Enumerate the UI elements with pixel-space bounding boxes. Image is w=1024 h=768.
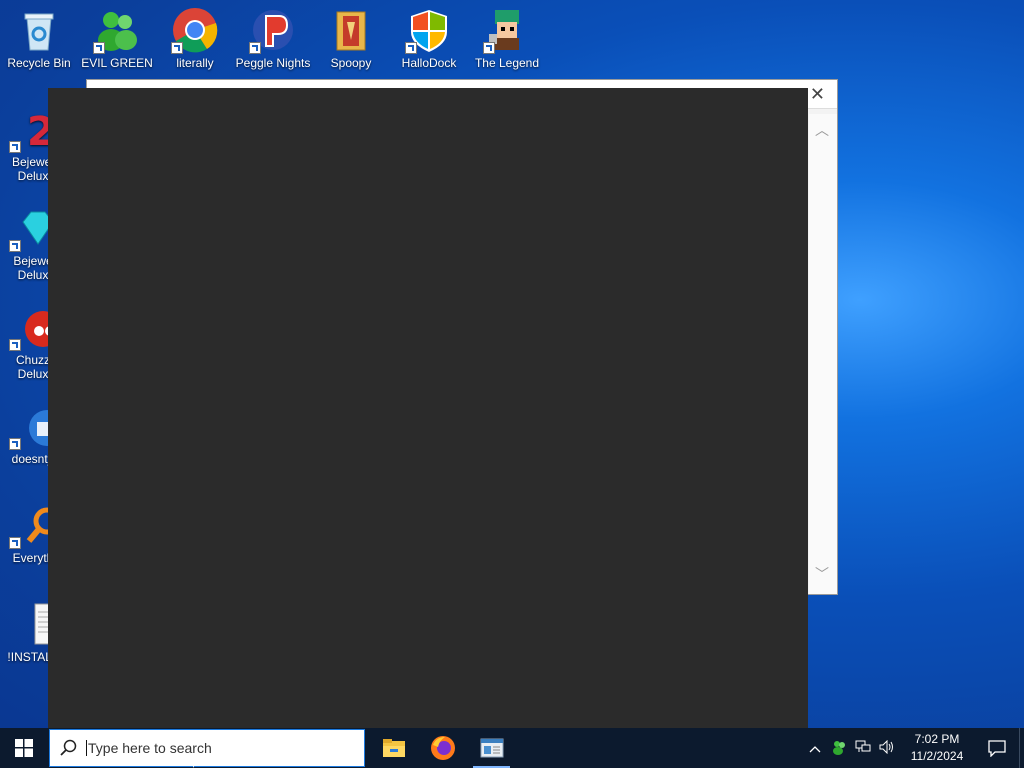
start-button[interactable] <box>0 728 48 768</box>
app-window-icon <box>480 738 503 758</box>
taskbar: Type here to search 7:02 PM 11/2/2024 <box>0 728 1024 768</box>
system-tray: 7:02 PM 11/2/2024 <box>803 728 1024 768</box>
chrome-icon <box>171 6 219 54</box>
taskbar-firefox[interactable] <box>418 728 467 768</box>
desktop-icon-peggle-nights[interactable]: Peggle Nights <box>234 0 312 85</box>
search-icon <box>50 739 86 757</box>
shortcut-arrow-icon <box>405 42 417 54</box>
close-icon[interactable]: ✕ <box>810 84 825 104</box>
network-icon[interactable] <box>851 740 875 757</box>
windows-logo-icon <box>405 6 453 54</box>
shortcut-arrow-icon <box>9 141 21 153</box>
desktop-icon-spoopy[interactable]: Spoopy <box>312 0 390 85</box>
recycle-bin-icon <box>15 6 63 54</box>
dialog-scrollbar[interactable]: ︿ ﹀ <box>809 114 837 594</box>
dark-app-window[interactable] <box>48 88 808 728</box>
shortcut-arrow-icon <box>9 240 21 252</box>
shortcut-arrow-icon <box>9 537 21 549</box>
action-center-button[interactable] <box>975 728 1019 768</box>
green-app-tray-icon[interactable] <box>827 739 851 758</box>
firefox-icon <box>430 736 455 760</box>
shortcut-arrow-icon <box>93 42 105 54</box>
chevron-up-icon[interactable] <box>803 741 827 756</box>
zelda-character-icon <box>483 6 531 54</box>
notification-icon <box>988 740 1006 757</box>
msn-messenger-icon <box>93 6 141 54</box>
desktop-icon-the-legend[interactable]: The Legend <box>468 0 546 85</box>
mouse-cursor-icon <box>193 755 200 768</box>
windows-start-icon <box>15 739 33 757</box>
spoopy-folder-icon <box>327 6 375 54</box>
clock-time: 7:02 PM <box>914 732 960 746</box>
volume-icon[interactable] <box>875 739 899 757</box>
shortcut-arrow-icon <box>9 438 21 450</box>
shortcut-arrow-icon <box>171 42 183 54</box>
desktop-icon-hallodock[interactable]: HalloDock <box>390 0 468 85</box>
taskbar-clock[interactable]: 7:02 PM 11/2/2024 <box>905 731 969 765</box>
taskbar-active-app[interactable] <box>467 728 516 768</box>
shortcut-arrow-icon <box>483 42 495 54</box>
desktop-icon-recycle-bin[interactable]: Recycle Bin <box>0 0 78 85</box>
scroll-down-icon[interactable]: ﹀ <box>815 564 829 584</box>
desktop-icon-evil-green[interactable]: EVIL GREEN <box>78 0 156 85</box>
show-desktop-button[interactable] <box>1019 728 1024 768</box>
scroll-up-icon[interactable]: ︿ <box>815 120 829 140</box>
search-placeholder: Type here to search <box>86 740 212 756</box>
desktop-icon-literally[interactable]: literally <box>156 0 234 85</box>
taskbar-file-explorer[interactable] <box>369 728 418 768</box>
shortcut-arrow-icon <box>249 42 261 54</box>
clock-date: 11/2/2024 <box>910 749 964 763</box>
peggle-icon <box>249 6 297 54</box>
shortcut-arrow-icon <box>9 339 21 351</box>
desktop-icon-label: Recycle Bin <box>7 56 71 70</box>
taskbar-search-box[interactable]: Type here to search <box>49 729 365 767</box>
file-explorer-icon <box>382 739 405 757</box>
desktop: Recycle Bin EVIL GREEN literally Peggle … <box>0 0 1024 728</box>
